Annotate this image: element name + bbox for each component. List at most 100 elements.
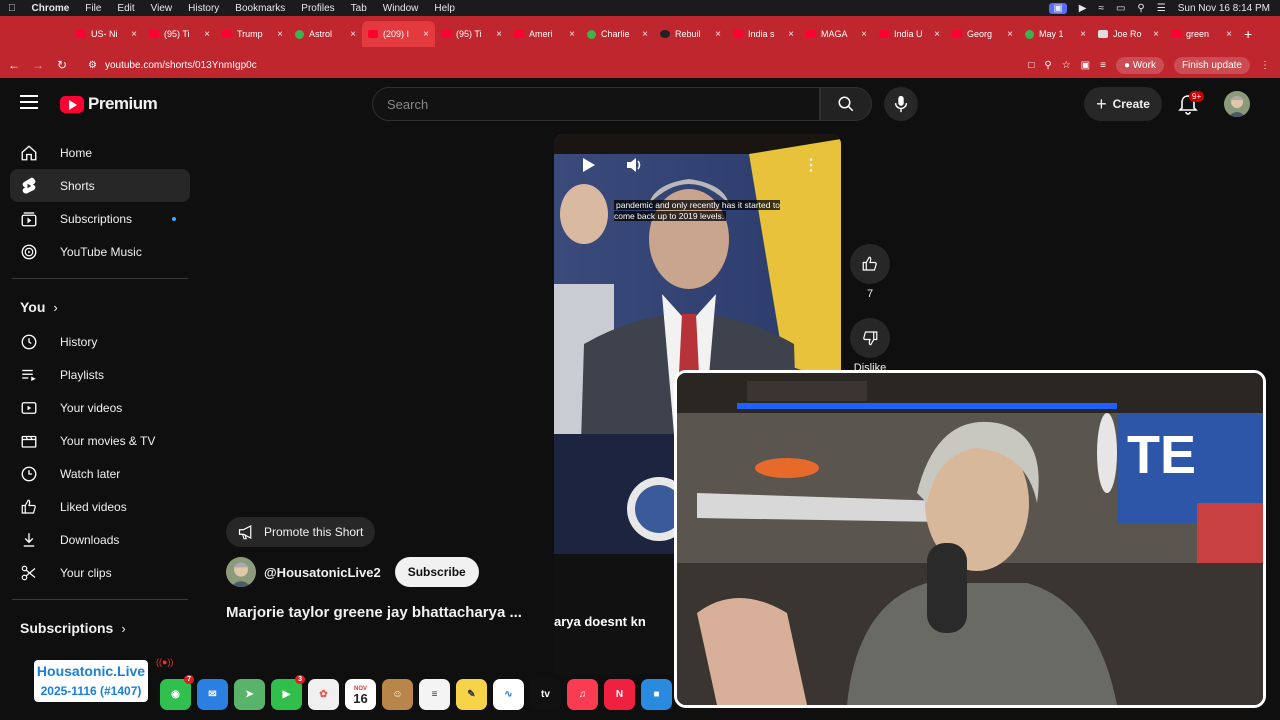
dislike-button[interactable] — [850, 318, 890, 358]
menu-edit[interactable]: Edit — [117, 3, 134, 14]
browser-tab[interactable]: MAGA × — [800, 21, 873, 47]
tab-close-icon[interactable]: × — [934, 29, 940, 40]
calendar-icon[interactable]: NOV 16 — [345, 678, 376, 710]
photos-icon[interactable]: ✿ — [308, 678, 339, 710]
tab-search-icon[interactable]: ▣ — [1081, 60, 1090, 71]
more-options-button[interactable]: ⋮ — [796, 150, 826, 180]
reminders-icon[interactable]: ≡ — [419, 678, 450, 710]
tab-close-icon[interactable]: × — [277, 29, 283, 40]
youtube-premium-logo[interactable]: Premium — [60, 94, 158, 114]
notes-icon[interactable]: ✎ — [456, 678, 487, 710]
finish-update-button[interactable]: Finish update — [1173, 56, 1250, 74]
menu-history[interactable]: History — [188, 3, 219, 14]
browser-tab[interactable]: Trump × — [216, 21, 289, 47]
browser-tab[interactable]: Joe Ro × — [1092, 21, 1165, 47]
sidebar-item-your-videos[interactable]: Your videos — [10, 391, 190, 424]
menu-profiles[interactable]: Profiles — [301, 3, 334, 14]
account-avatar[interactable] — [1224, 91, 1250, 117]
sidebar-item-movies-tv[interactable]: Your movies & TV — [10, 424, 190, 457]
tab-close-icon[interactable]: × — [423, 29, 429, 40]
browser-tab[interactable]: Charlie × — [581, 21, 654, 47]
site-info-icon[interactable]: ⚙ — [88, 60, 97, 71]
tab-close-icon[interactable]: × — [496, 29, 502, 40]
maps-icon[interactable]: ➤ — [234, 678, 265, 710]
wifi-icon[interactable]: ≈ — [1098, 3, 1104, 14]
battery-icon[interactable]: ▭ — [1116, 3, 1125, 14]
messages-icon[interactable]: ◉ 7 — [160, 674, 194, 710]
browser-tab[interactable]: India s × — [727, 21, 800, 47]
browser-tab[interactable]: US- Ni × — [70, 21, 143, 47]
tab-close-icon[interactable]: × — [350, 29, 356, 40]
search-input[interactable]: Search — [372, 87, 820, 121]
apple-icon[interactable]:  — [8, 3, 16, 14]
play-icon[interactable]: ▶ — [1079, 3, 1087, 14]
browser-tab[interactable]: Rebuil × — [654, 21, 727, 47]
tab-close-icon[interactable]: × — [569, 29, 575, 40]
menu-tab[interactable]: Tab — [351, 3, 367, 14]
spotlight-icon[interactable]: ⚲ — [1137, 3, 1144, 14]
subscribe-button[interactable]: Subscribe — [394, 557, 479, 587]
browser-tab[interactable]: Ameri × — [508, 21, 581, 47]
back-arrow-icon[interactable]: ← — [2, 58, 26, 72]
menubar-clock[interactable]: Sun Nov 16 8:14 PM — [1178, 3, 1270, 14]
tab-close-icon[interactable]: × — [1080, 29, 1086, 40]
menu-window[interactable]: Window — [383, 3, 419, 14]
menu-bookmarks[interactable]: Bookmarks — [235, 3, 285, 14]
new-tab-icon[interactable]: + — [1244, 26, 1252, 42]
sidebar-you-heading[interactable]: You › — [10, 289, 190, 325]
bookmark-star-icon[interactable]: ☆ — [1062, 60, 1071, 71]
browser-tab[interactable]: Georg × — [946, 21, 1019, 47]
tab-close-icon[interactable]: × — [1007, 29, 1013, 40]
channel-avatar[interactable] — [226, 557, 256, 587]
keynote-icon[interactable]: ■ — [641, 678, 672, 710]
mute-button[interactable] — [620, 150, 650, 180]
mail-icon[interactable]: ✉ — [197, 678, 228, 710]
news-icon[interactable]: N — [604, 678, 635, 710]
facetime-icon[interactable]: ▶ 3 — [271, 674, 305, 710]
reload-icon[interactable]: ↻ — [50, 58, 74, 72]
browser-tab[interactable]: May 1 × — [1019, 21, 1092, 47]
tab-close-icon[interactable]: × — [1226, 29, 1232, 40]
music-app-icon[interactable]: ♫ — [567, 678, 598, 710]
short-title[interactable]: Marjorie taylor greene jay bhattacharya … — [226, 604, 546, 621]
forward-arrow-icon[interactable]: → — [26, 58, 50, 72]
browser-tab[interactable]: (95) Ti × — [435, 21, 508, 47]
profile-button[interactable]: ● Work — [1115, 56, 1164, 74]
tab-close-icon[interactable]: × — [1153, 29, 1159, 40]
reading-list-icon[interactable]: ≡ — [1100, 60, 1106, 71]
control-center-icon[interactable]: ☰ — [1157, 3, 1166, 14]
menu-app-name[interactable]: Chrome — [32, 3, 70, 14]
menu-help[interactable]: Help — [434, 3, 455, 14]
browser-tab[interactable]: India U × — [873, 21, 946, 47]
channel-name[interactable]: @HousatonicLive2 — [264, 565, 381, 580]
create-button[interactable]: + Create — [1084, 87, 1162, 121]
sidebar-item-youtube-music[interactable]: YouTube Music — [10, 235, 190, 268]
menu-file[interactable]: File — [85, 3, 101, 14]
menu-view[interactable]: View — [151, 3, 173, 14]
play-pause-button[interactable] — [574, 150, 604, 180]
browser-tab[interactable]: (95) Ti × — [143, 21, 216, 47]
tab-close-icon[interactable]: × — [131, 29, 137, 40]
like-button[interactable] — [850, 244, 890, 284]
tab-close-icon[interactable]: × — [788, 29, 794, 40]
tab-close-icon[interactable]: × — [715, 29, 721, 40]
sidebar-item-liked-videos[interactable]: Liked videos — [10, 490, 190, 523]
sidebar-item-home[interactable]: Home — [10, 136, 190, 169]
browser-tab[interactable]: Astrol × — [289, 21, 362, 47]
sidebar-item-your-clips[interactable]: Your clips — [10, 556, 190, 589]
apple-tv-icon[interactable]: tv — [530, 678, 561, 710]
browser-tab[interactable]: green × — [1165, 21, 1238, 47]
install-app-icon[interactable]: □ — [1028, 60, 1034, 71]
sidebar-item-shorts[interactable]: Shorts — [10, 169, 190, 202]
hamburger-menu-icon[interactable] — [20, 95, 38, 113]
chrome-menu-icon[interactable]: ⋮ — [1260, 60, 1270, 71]
search-button[interactable] — [820, 87, 872, 121]
address-bar[interactable]: ⚙ youtube.com/shorts/013YnmIgp0c — [80, 55, 1000, 75]
freeform-icon[interactable]: ∿ — [493, 678, 524, 710]
promote-short-button[interactable]: Promote this Short — [226, 517, 376, 547]
contacts-icon[interactable]: ☺ — [382, 678, 413, 710]
zoom-icon[interactable]: ⚲ — [1044, 60, 1051, 71]
browser-tab[interactable]: (209) I × — [362, 21, 435, 47]
tab-close-icon[interactable]: × — [204, 29, 210, 40]
tab-close-icon[interactable]: × — [642, 29, 648, 40]
